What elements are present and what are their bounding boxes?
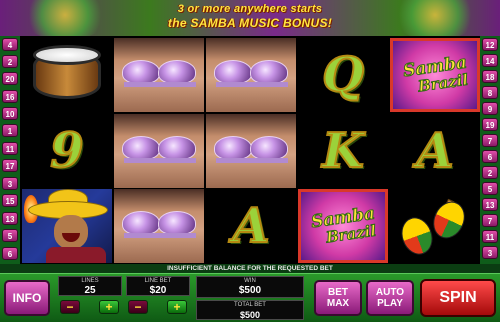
a-symbol: A (206, 189, 296, 263)
payline-marker[interactable]: 9 (482, 102, 498, 115)
payline-marker[interactable]: 6 (482, 150, 498, 163)
maraca-icon (396, 213, 438, 259)
total-bet-display: TOTAL BET $500 (196, 300, 304, 320)
lines-increase-button[interactable]: + (99, 300, 119, 314)
payline-marker[interactable]: 16 (2, 90, 18, 103)
k-symbol: K (298, 114, 388, 188)
nine-symbol: 9 (22, 114, 112, 188)
payline-marker[interactable]: 5 (482, 182, 498, 195)
payline-numbers-right: 12 14 18 8 9 19 7 6 2 5 13 7 11 3 (480, 36, 500, 264)
symbol-letter: K (321, 122, 365, 180)
payline-marker[interactable]: 5 (2, 229, 18, 242)
payline-marker[interactable]: 7 (482, 134, 498, 147)
status-message: INSUFFICIENT BALANCE FOR THE REQUESTED B… (0, 264, 500, 273)
spin-button[interactable]: SPIN (420, 279, 496, 317)
payline-marker[interactable]: 13 (2, 212, 18, 225)
dancer-symbol (114, 38, 204, 112)
sombrero-man-symbol (22, 189, 112, 263)
payline-marker[interactable]: 6 (2, 247, 18, 260)
reel-grid: Q Samba Brazil 9 K A A Samba Brazil (20, 36, 480, 264)
symbol-letter: Q (321, 46, 365, 104)
payline-marker[interactable]: 12 (482, 38, 498, 51)
q-symbol: Q (298, 38, 388, 112)
control-panel: INFO LINES 25 − + LINE BET $20 − + WIN $… (0, 273, 500, 322)
a-symbol: A (390, 114, 480, 188)
maracas-symbol (390, 189, 480, 263)
samba-brazil-symbol: Samba Brazil (298, 189, 388, 263)
samba-brazil-symbol: Samba Brazil (390, 38, 480, 112)
payline-marker[interactable]: 18 (482, 70, 498, 83)
bet-max-button[interactable]: BET MAX (314, 280, 362, 316)
payline-marker[interactable]: 8 (482, 86, 498, 99)
payline-marker[interactable]: 2 (2, 55, 18, 68)
banner-line-2: the SAMBA MUSIC BONUS! (167, 16, 333, 30)
lines-display: LINES 25 (58, 276, 122, 296)
dancer-symbol (206, 38, 296, 112)
dancer-symbol (114, 114, 204, 188)
payline-marker[interactable]: 20 (2, 72, 18, 85)
auto-play-button[interactable]: AUTO PLAY (366, 280, 414, 316)
line-bet-increase-button[interactable]: + (167, 300, 187, 314)
dancer-symbol (206, 114, 296, 188)
payline-numbers-left: 4 2 20 16 10 1 11 17 3 15 13 5 6 (0, 36, 20, 264)
maraca-icon (427, 196, 471, 244)
payline-marker[interactable]: 11 (2, 142, 18, 155)
symbol-letter: A (231, 197, 270, 255)
info-button[interactable]: INFO (4, 280, 50, 316)
payline-marker[interactable]: 11 (482, 230, 498, 243)
payline-marker[interactable]: 2 (482, 166, 498, 179)
dancer-symbol (114, 189, 204, 263)
bonus-banner: 3 or more anywhere starts the SAMBA MUSI… (0, 0, 500, 36)
payline-marker[interactable]: 1 (2, 124, 18, 137)
drum-symbol (22, 38, 112, 112)
payline-marker[interactable]: 7 (482, 214, 498, 227)
banner-line-1: 3 or more anywhere starts (177, 3, 323, 15)
payline-marker[interactable]: 4 (2, 38, 18, 51)
symbol-letter: 9 (49, 122, 84, 180)
payline-marker[interactable]: 3 (2, 177, 18, 190)
line-bet-decrease-button[interactable]: − (128, 300, 148, 314)
payline-marker[interactable]: 3 (482, 246, 498, 259)
drum-icon (33, 45, 101, 99)
payline-marker[interactable]: 15 (2, 194, 18, 207)
symbol-letter: A (415, 122, 454, 180)
payline-marker[interactable]: 19 (482, 118, 498, 131)
payline-marker[interactable]: 13 (482, 198, 498, 211)
payline-marker[interactable]: 10 (2, 107, 18, 120)
line-bet-display: LINE BET $20 (126, 276, 190, 296)
payline-marker[interactable]: 14 (482, 54, 498, 67)
lines-decrease-button[interactable]: − (60, 300, 80, 314)
win-display: WIN $500 (196, 276, 304, 298)
payline-marker[interactable]: 17 (2, 159, 18, 172)
